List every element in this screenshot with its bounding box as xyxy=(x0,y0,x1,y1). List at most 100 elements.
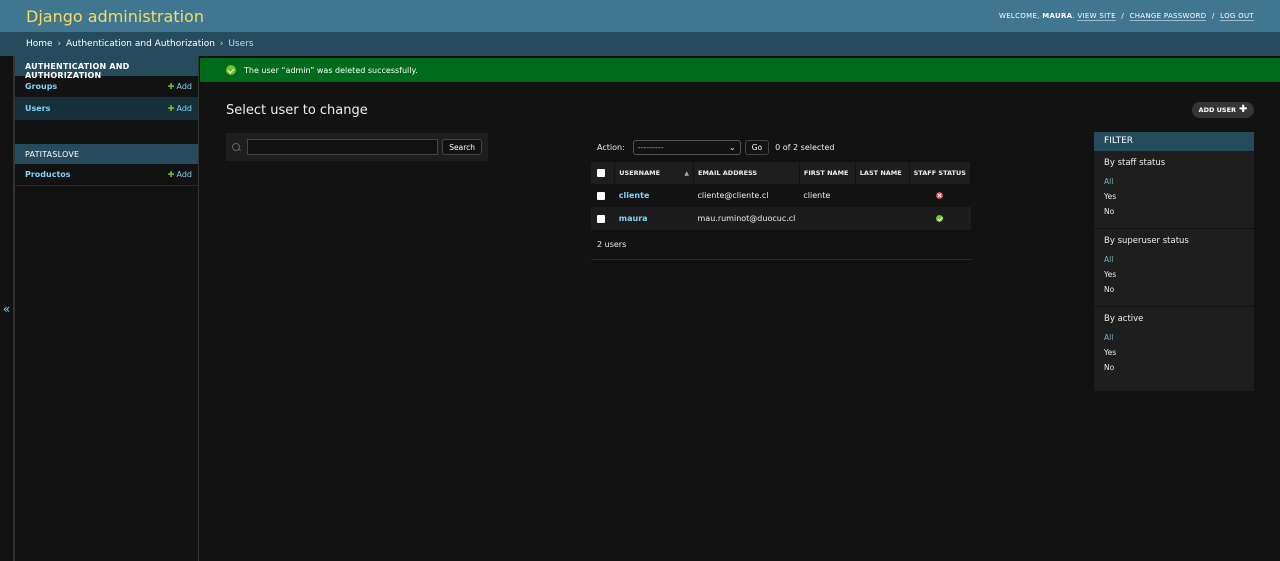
filter-option-all[interactable]: All xyxy=(1104,333,1244,348)
add-producto-label: Add xyxy=(176,170,193,179)
add-user-label: Add xyxy=(176,104,193,113)
chevron-down-icon: ⌄ xyxy=(729,142,736,152)
page-title: Select user to change xyxy=(226,103,368,118)
filter-option-yes[interactable]: Yes xyxy=(1104,270,1244,285)
column-header-username[interactable]: Username ▲ xyxy=(614,162,695,184)
go-button[interactable]: Go xyxy=(744,139,770,155)
row-checkbox[interactable] xyxy=(597,214,605,223)
actions-bar: Action: --------- ⌄ Go 0 of 2 selected xyxy=(591,136,834,158)
last-name-cell xyxy=(855,184,910,207)
user-tools-separator: / xyxy=(1211,12,1215,20)
breadcrumb-separator: › xyxy=(57,39,62,49)
filter-group-superuser-status: By superuser status All Yes No xyxy=(1094,229,1254,307)
double-chevron-left-icon: « xyxy=(2,301,11,316)
column-header-first-name[interactable]: First name xyxy=(799,162,856,184)
email-cell: cliente@cliente.cl xyxy=(693,184,800,207)
search-button[interactable]: Search xyxy=(442,139,482,155)
column-header-email[interactable]: Email address xyxy=(693,162,800,184)
sidebar-app-auth[interactable]: Authentication and Authorization xyxy=(15,56,198,80)
add-group-label: Add xyxy=(176,82,193,91)
status-yes-icon xyxy=(936,215,944,222)
staff-status-cell xyxy=(909,184,971,207)
username-cell: cliente xyxy=(614,184,694,207)
filter-group-active: By active All Yes No xyxy=(1094,307,1254,384)
sidebar-item-productos-link[interactable]: Productos xyxy=(25,170,71,179)
filter-option-no[interactable]: No xyxy=(1104,363,1244,378)
breadcrumb-separator: › xyxy=(219,39,224,49)
welcome-username: Maura xyxy=(1042,12,1073,20)
filter-option-yes[interactable]: Yes xyxy=(1104,348,1244,363)
column-header-last-name[interactable]: Last name xyxy=(855,162,910,184)
table-row: maura mau.ruminot@duocuc.cl xyxy=(591,207,971,230)
breadcrumb-current: Users xyxy=(228,39,254,49)
add-user-link[interactable]: ✚ Add xyxy=(168,104,192,113)
sidebar-app-patitaslove[interactable]: PATITASLOVE xyxy=(15,144,198,164)
action-label: Action: xyxy=(597,142,625,152)
breadcrumb-app[interactable]: Authentication and Authorization xyxy=(66,39,215,49)
sort-ascending-icon[interactable]: ▲ xyxy=(684,170,689,177)
user-tools-separator: / xyxy=(1121,12,1125,20)
result-list-table: Username ▲ Email address First name Last … xyxy=(591,162,972,230)
staff-status-cell xyxy=(909,207,971,230)
filter-group-title: By staff status xyxy=(1104,158,1166,168)
select-all-header xyxy=(591,162,616,184)
row-select-cell xyxy=(591,184,615,207)
add-producto-link[interactable]: ✚ Add xyxy=(168,170,192,179)
sidebar-item-productos: Productos ✚ Add xyxy=(15,164,198,186)
column-header-staff-status[interactable]: Staff status xyxy=(909,162,972,184)
search-icon xyxy=(232,142,241,152)
username-link[interactable]: cliente xyxy=(619,191,650,200)
first-name-cell xyxy=(799,207,856,230)
sidebar-item-users-link[interactable]: Users xyxy=(25,104,50,113)
table-row: cliente cliente@cliente.cl cliente xyxy=(591,184,971,207)
filter-group-title: By superuser status xyxy=(1104,236,1189,246)
view-site-link[interactable]: View site xyxy=(1077,12,1116,21)
user-tools: Welcome, Maura. View site / Change passw… xyxy=(998,12,1254,21)
first-name-cell: cliente xyxy=(799,184,856,207)
breadcrumb: Home › Authentication and Authorization … xyxy=(0,32,1280,56)
filter-option-all[interactable]: All xyxy=(1104,177,1244,192)
row-checkbox[interactable] xyxy=(597,191,605,200)
filter-panel: Filter By staff status All Yes No By sup… xyxy=(1094,132,1254,391)
filter-title: Filter xyxy=(1094,132,1254,151)
row-select-cell xyxy=(591,207,615,230)
action-select-value: --------- xyxy=(637,142,664,152)
table-header-row: Username ▲ Email address First name Last … xyxy=(591,162,972,184)
sidebar-item-users: Users ✚ Add xyxy=(15,98,198,120)
sidebar: Authentication and Authorization Groups … xyxy=(14,56,199,561)
breadcrumb-home[interactable]: Home xyxy=(26,39,53,49)
action-select[interactable]: --------- ⌄ xyxy=(632,139,741,155)
log-out-link[interactable]: Log out xyxy=(1220,12,1254,21)
filter-option-all[interactable]: All xyxy=(1104,255,1244,270)
site-branding[interactable]: Django administration xyxy=(26,7,204,26)
paginator: 2 users xyxy=(591,232,971,260)
filter-group-title: By active xyxy=(1104,314,1144,324)
username-cell: maura xyxy=(614,207,694,230)
plus-icon: ✚ xyxy=(167,104,175,113)
select-all-checkbox[interactable] xyxy=(597,169,605,177)
toggle-sidebar-button[interactable]: « xyxy=(0,56,14,561)
search-toolbar: Search xyxy=(226,133,488,161)
search-input[interactable] xyxy=(246,139,439,155)
filter-option-yes[interactable]: Yes xyxy=(1104,192,1244,207)
header: Django administration Welcome, Maura. Vi… xyxy=(0,0,1280,32)
welcome-text: Welcome, xyxy=(998,12,1040,20)
success-check-icon xyxy=(226,65,236,75)
filter-option-no[interactable]: No xyxy=(1104,285,1244,300)
plus-icon: ✚ xyxy=(1239,104,1248,115)
add-user-button[interactable]: Add user ✚ xyxy=(1192,102,1254,118)
plus-icon: ✚ xyxy=(167,170,175,179)
column-header-username-label: Username xyxy=(619,169,661,177)
change-password-link[interactable]: Change password xyxy=(1129,12,1207,21)
last-name-cell xyxy=(855,207,910,230)
filter-option-no[interactable]: No xyxy=(1104,207,1244,222)
add-group-link[interactable]: ✚ Add xyxy=(168,82,192,91)
success-message: The user “admin” was deleted successfull… xyxy=(200,58,1280,82)
username-link[interactable]: maura xyxy=(619,214,648,223)
filter-group-staff-status: By staff status All Yes No xyxy=(1094,151,1254,229)
sidebar-item-groups-link[interactable]: Groups xyxy=(25,82,57,91)
email-cell: mau.ruminot@duocuc.cl xyxy=(693,207,800,230)
add-user-button-label: Add user xyxy=(1198,106,1237,114)
status-no-icon xyxy=(936,192,944,199)
